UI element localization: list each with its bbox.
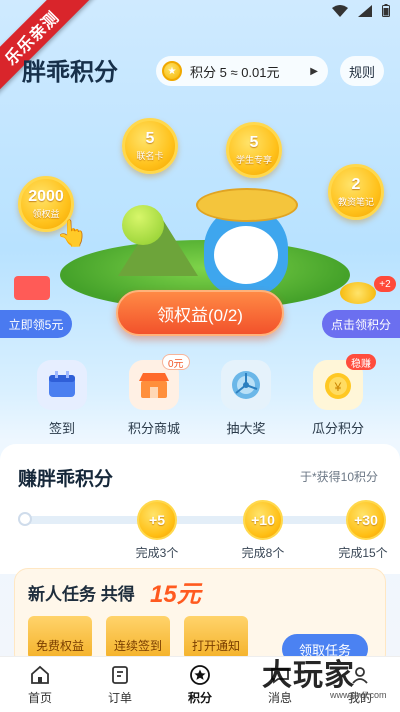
nav-points[interactable]: 积分 <box>165 664 235 706</box>
gift-box[interactable]: 打开通知 <box>184 616 248 660</box>
claim-points-button[interactable]: 点击领积分 <box>322 310 400 338</box>
signal-icon <box>358 4 372 20</box>
progress-track <box>24 516 380 524</box>
quick-checkin[interactable]: 签到 <box>24 360 100 437</box>
newbie-title: 新人任务 共得 <box>28 585 135 604</box>
coin-value: 5 <box>145 129 155 147</box>
plus-badge: +2 <box>374 276 396 292</box>
milestone-coin: +30 <box>346 500 386 540</box>
claim-benefit-button[interactable]: 领权益(0/2) <box>116 290 284 336</box>
zero-yuan-badge: 0元 <box>162 354 190 370</box>
penguin-face <box>214 226 278 284</box>
points-balance-pill[interactable]: ★ 积分 5 ≈ 0.01元 ▶ <box>156 56 328 86</box>
quick-points-mall[interactable]: 0元 积分商城 <box>116 354 192 437</box>
coin-value: 5 <box>249 133 259 151</box>
milestone-coin: +5 <box>137 500 177 540</box>
status-bar <box>332 4 390 20</box>
pointing-hand-icon: 👆 <box>56 218 89 248</box>
order-list-icon <box>112 665 128 684</box>
nav-label: 积分 <box>187 690 212 705</box>
star-badge-icon <box>190 664 210 685</box>
play-arrow-icon: ▶ <box>310 65 318 77</box>
coin-cobrand-card[interactable]: 5 联名卡 <box>122 118 178 174</box>
svg-text:¥: ¥ <box>334 380 342 394</box>
claim-5-yuan-button[interactable]: 立即领5元 <box>0 310 72 338</box>
calendar-icon <box>37 360 87 410</box>
milestone-15[interactable]: +30 完成15个 <box>334 500 398 561</box>
quick-lucky-draw[interactable]: 抽大奖 <box>208 360 284 437</box>
coin-value: 2000 <box>28 187 64 205</box>
coin-teaching-notes[interactable]: 2 教资笔记 <box>328 164 384 220</box>
nav-home[interactable]: 首页 <box>5 664 75 706</box>
milestone-label: 完成15个 <box>338 546 388 560</box>
quick-label: 积分商城 <box>127 421 180 436</box>
coin-student-exclusive[interactable]: 5 学生专享 <box>226 122 282 178</box>
steady-earn-badge: 稳赚 <box>346 354 376 370</box>
points-text: 积分 5 ≈ 0.01元 <box>190 64 280 80</box>
quick-share-points[interactable]: ¥ 稳赚 瓜分积分 <box>300 354 376 437</box>
quick-label: 抽大奖 <box>226 421 266 436</box>
nav-label: 订单 <box>107 690 132 705</box>
rules-button[interactable]: 规则 <box>340 56 384 86</box>
watermark: 大玩家 <box>262 659 355 692</box>
page-title: 胖乖积分 <box>22 59 118 86</box>
quick-actions: 签到 0元 积分商城 抽大奖 ¥ 稳赚 瓜分积分 <box>0 354 400 437</box>
coin-value: 2 <box>351 175 361 193</box>
earn-subtitle: 于*获得10积分 <box>299 470 378 484</box>
milestone-3[interactable]: +5 完成3个 <box>122 500 192 561</box>
frog-mascot <box>122 205 164 245</box>
quick-label: 签到 <box>48 421 75 436</box>
coin-stack-icon <box>340 282 376 304</box>
coin-label: 学生专享 <box>235 154 272 165</box>
gift-row: 免费权益 连续签到 打开通知 <box>28 616 248 660</box>
red-envelope-icon <box>14 276 50 300</box>
coin-label: 教资笔记 <box>337 196 374 207</box>
gift-box[interactable]: 连续签到 <box>106 616 170 660</box>
newbie-amount: 15元 <box>150 581 201 608</box>
watermark-url: www.dwjl.com <box>330 690 387 700</box>
prize-wheel-icon <box>221 360 271 410</box>
earn-title: 赚胖乖积分 <box>18 469 114 490</box>
coin-label: 联名卡 <box>136 150 164 161</box>
milestone-label: 完成8个 <box>241 546 285 560</box>
nav-orders[interactable]: 订单 <box>85 664 155 706</box>
gift-box[interactable]: 免费权益 <box>28 616 92 660</box>
milestone-label: 完成3个 <box>135 546 179 560</box>
milestone-8[interactable]: +10 完成8个 <box>228 500 298 561</box>
milestone-coin: +10 <box>243 500 283 540</box>
wifi-icon <box>332 4 348 20</box>
nav-label: 首页 <box>27 690 52 705</box>
quick-label: 瓜分积分 <box>311 421 364 436</box>
home-icon <box>31 665 49 684</box>
battery-icon <box>382 4 390 20</box>
star-coin-icon: ★ <box>162 61 182 81</box>
straw-hat <box>196 188 298 222</box>
progress-start-dot <box>18 512 32 526</box>
